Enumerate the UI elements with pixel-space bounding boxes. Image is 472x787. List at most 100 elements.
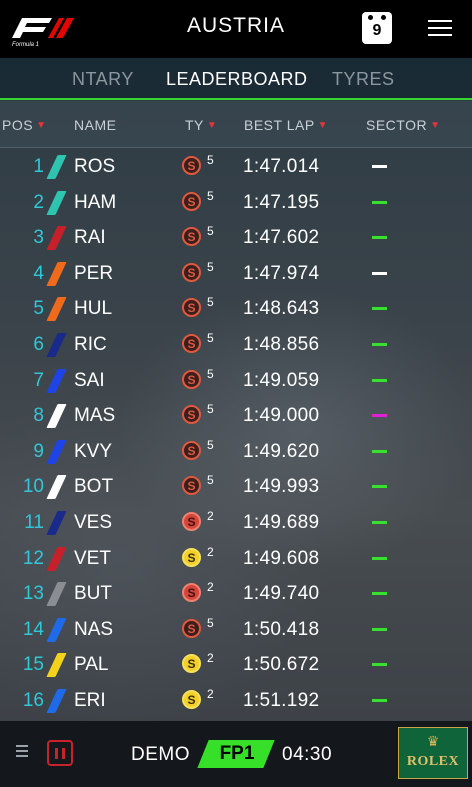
tyre-laps: 2 [207, 651, 214, 666]
driver-name: KVY [74, 440, 113, 462]
leaderboard-row[interactable]: 5 HUL S 5 1:48.643 [0, 291, 472, 327]
sector-indicator [372, 485, 387, 489]
tab-leaderboard[interactable]: LEADERBOARD [166, 69, 308, 90]
best-lap-time: 1:49.740 [243, 583, 320, 605]
session-clock: 04:30 [282, 744, 333, 765]
column-pos[interactable]: POS ▼ [2, 117, 46, 133]
best-lap-time: 1:49.608 [243, 547, 320, 569]
best-lap-time: 1:49.059 [243, 369, 320, 391]
team-color-stripe [46, 688, 67, 713]
row-position: 9 [33, 440, 44, 462]
tyre-laps: 2 [207, 508, 214, 523]
tyre-laps: 2 [207, 686, 214, 701]
team-color-stripe [46, 546, 67, 571]
driver-name: HAM [74, 191, 117, 213]
leaderboard-row[interactable]: 13 BUT S 2 1:49.740 [0, 576, 472, 612]
tyre-laps: 5 [207, 437, 214, 452]
team-color-stripe [46, 261, 67, 286]
leaderboard-row[interactable]: 11 VES S 2 1:49.689 [0, 505, 472, 541]
row-position: 6 [33, 333, 44, 355]
best-lap-time: 1:47.602 [243, 227, 320, 249]
best-lap-time: 1:49.689 [243, 511, 320, 533]
tyre-compound-icon: S [182, 333, 201, 353]
tyre-compound-icon: S [182, 547, 201, 567]
rolex-sponsor-logo[interactable]: ♛ ROLEX [398, 727, 468, 779]
sector-indicator [372, 200, 387, 204]
hamburger-menu-icon[interactable] [428, 20, 452, 38]
tyre-laps: 5 [207, 188, 214, 203]
sector-indicator [372, 307, 387, 311]
leaderboard-row[interactable]: 8 MAS S 5 1:49.000 [0, 398, 472, 434]
svg-text:Formula 1: Formula 1 [12, 42, 39, 48]
sort-arrow-icon: ▼ [206, 120, 218, 131]
tyre-compound-icon: S [182, 689, 201, 709]
leaderboard-row[interactable]: 12 VET S 2 1:49.608 [0, 541, 472, 577]
row-position: 12 [22, 547, 44, 569]
tyre-compound-icon: S [182, 405, 201, 425]
tyre-laps: 5 [207, 366, 214, 381]
leaderboard-row[interactable]: 10 BOT S 5 1:49.993 [0, 469, 472, 505]
team-color-stripe [46, 332, 67, 357]
tyre-compound-icon: S [182, 156, 201, 175]
rolex-crown-icon: ♛ [426, 733, 440, 749]
team-color-stripe [46, 475, 67, 500]
calendar-icon [368, 15, 386, 20]
row-position: 13 [22, 583, 44, 605]
row-position: 11 [24, 511, 44, 533]
driver-name: VES [74, 511, 113, 533]
leaderboard-row[interactable]: 3 RAI S 5 1:47.602 [0, 220, 472, 256]
calendar-day: 9 [372, 22, 382, 39]
tyre-compound-icon: S [182, 583, 201, 603]
tyre-laps: 5 [207, 259, 214, 274]
team-color-stripe [46, 297, 67, 322]
driver-name: PER [74, 262, 114, 284]
sector-indicator [372, 378, 387, 382]
tyre-compound-icon: S [182, 191, 201, 211]
leaderboard-row[interactable]: 6 RIC S 5 1:48.856 [0, 327, 472, 363]
sort-arrow-icon: ▼ [430, 120, 441, 131]
tyre-laps: 2 [207, 544, 214, 559]
tab-commentary[interactable]: NTARY [72, 69, 134, 90]
column-sector[interactable]: SECTOR ▼ [366, 117, 441, 133]
leaderboard-column-header: POS ▼ NAME TY ▼ BEST LAP ▼ SECTOR ▼ [0, 101, 472, 148]
calendar-button[interactable]: 9 [362, 12, 392, 44]
sector-indicator [372, 520, 387, 524]
sponsor-name: ROLEX [406, 754, 460, 769]
leaderboard-row[interactable]: 2 HAM S 5 1:47.195 [0, 185, 472, 221]
leaderboard-row[interactable]: 14 NAS S 5 1:50.418 [0, 612, 472, 648]
team-color-stripe [46, 439, 67, 464]
column-best-lap[interactable]: BEST LAP ▼ [244, 117, 328, 133]
tab-tyres[interactable]: TYRES [332, 69, 395, 90]
sort-arrow-icon: ▼ [36, 120, 47, 131]
leaderboard-row[interactable]: 7 SAI S 5 1:49.059 [0, 363, 472, 399]
best-lap-time: 1:51.192 [243, 689, 320, 711]
leaderboard-row[interactable]: 9 KVY S 5 1:49.620 [0, 434, 472, 470]
best-lap-time: 1:49.620 [243, 440, 320, 462]
tyre-laps: 5 [207, 402, 214, 417]
sector-indicator [372, 449, 387, 453]
tyre-compound-icon: S [182, 618, 201, 638]
leaderboard-row[interactable]: 16 ERI S 2 1:51.192 [0, 683, 472, 719]
driver-name: VET [74, 547, 111, 569]
leaderboard-row[interactable]: 1 ROS S 5 1:47.014 [0, 149, 472, 185]
driver-name: SAI [74, 369, 105, 391]
tyre-compound-icon: S [182, 440, 201, 460]
row-position: 5 [33, 298, 44, 320]
session-label: FP1 [219, 743, 255, 764]
driver-name: ERI [74, 689, 106, 711]
row-position: 16 [22, 689, 44, 711]
team-color-stripe [46, 582, 67, 607]
sector-indicator [372, 556, 387, 560]
tyre-compound-icon: S [182, 369, 201, 389]
column-tyre[interactable]: TY ▼ [185, 117, 217, 133]
tyre-compound-icon: S [182, 298, 201, 318]
row-position: 1 [33, 156, 44, 177]
pause-button[interactable] [47, 740, 73, 766]
tyre-laps: 5 [207, 224, 214, 239]
column-name[interactable]: NAME [74, 117, 116, 133]
grip-icon[interactable] [16, 745, 28, 761]
leaderboard-row[interactable]: 4 PER S 5 1:47.974 [0, 256, 472, 292]
row-position: 4 [33, 262, 44, 284]
leaderboard-row[interactable]: 15 PAL S 2 1:50.672 [0, 647, 472, 683]
best-lap-time: 1:50.672 [243, 654, 320, 676]
